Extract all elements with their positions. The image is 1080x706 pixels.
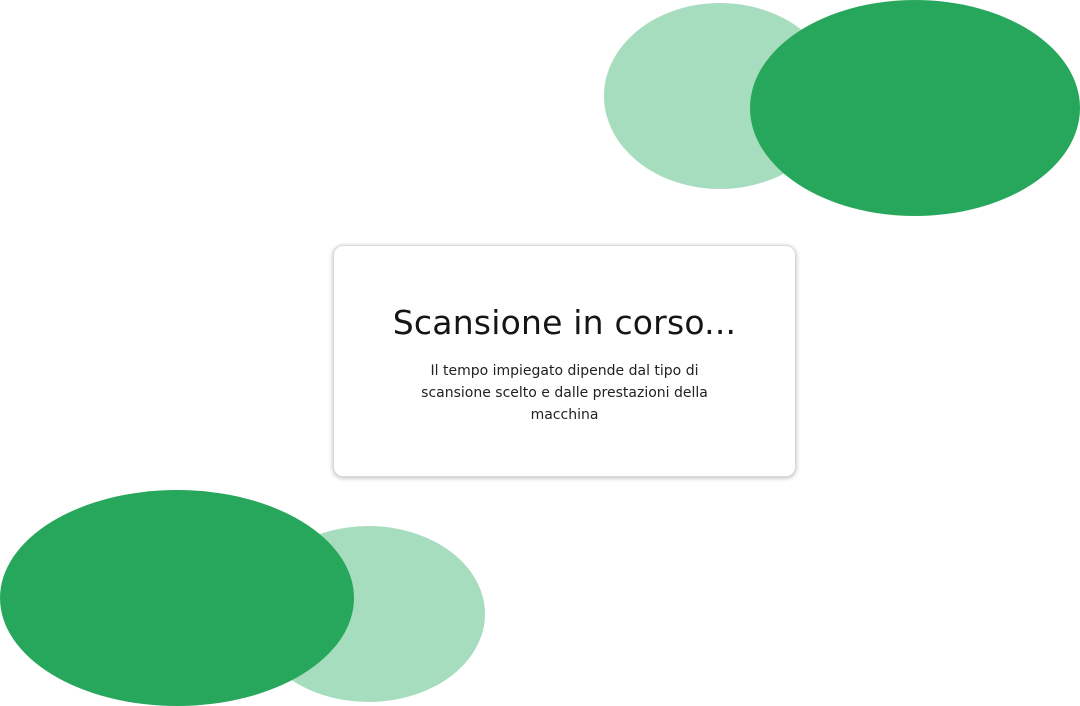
scan-progress-dialog: Scansione in corso... Il tempo impiegato… xyxy=(333,245,796,477)
dialog-title: Scansione in corso... xyxy=(392,303,737,342)
scan-screen: Scansione in corso... Il tempo impiegato… xyxy=(0,0,1080,706)
dialog-message: Il tempo impiegato dipende dal tipo di s… xyxy=(421,363,708,423)
decorative-blob-top-dark xyxy=(750,0,1080,216)
decorative-blob-bottom-dark xyxy=(0,490,354,706)
